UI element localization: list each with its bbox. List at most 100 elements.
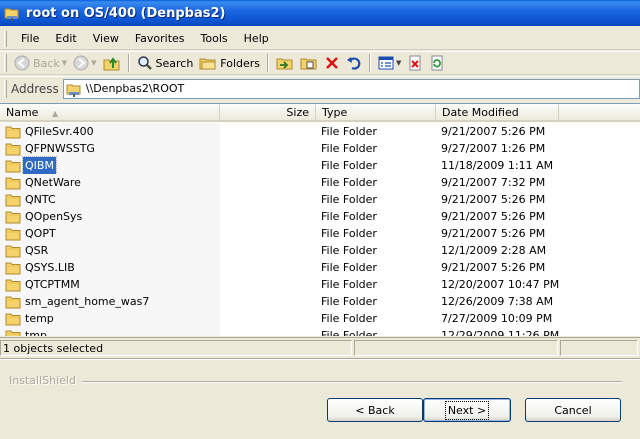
address-input[interactable]: \\Denpbas2\ROOT bbox=[62, 78, 640, 99]
file-row[interactable]: QSR File Folder 12/1/2009 2:28 AM bbox=[0, 242, 640, 259]
back-arrow-icon bbox=[14, 55, 30, 71]
file-row[interactable]: QSYS.LIB File Folder 9/21/2007 5:26 PM bbox=[0, 259, 640, 276]
refresh-button[interactable] bbox=[426, 53, 448, 73]
folders-button[interactable]: Folders bbox=[196, 53, 263, 73]
file-type: File Folder bbox=[321, 210, 377, 223]
toolbar-grip[interactable] bbox=[4, 54, 7, 72]
search-label: Search bbox=[155, 56, 194, 70]
close-share-button[interactable] bbox=[404, 53, 426, 73]
address-bar: Address \\Denpbas2\ROOT bbox=[0, 76, 640, 100]
back-wizard-button[interactable]: < Back bbox=[327, 398, 423, 422]
file-type: File Folder bbox=[321, 278, 377, 291]
file-date: 12/1/2009 2:28 AM bbox=[441, 244, 547, 257]
file-name-cell[interactable]: temp bbox=[0, 310, 220, 327]
file-name: QSR bbox=[25, 244, 49, 257]
column-header-type[interactable]: Type bbox=[316, 104, 436, 121]
file-name-cell[interactable]: QOpenSys bbox=[0, 208, 220, 225]
search-button[interactable]: Search bbox=[134, 53, 197, 73]
file-name-cell[interactable]: QFPNWSSTG bbox=[0, 140, 220, 157]
file-name-cell[interactable]: QSYS.LIB bbox=[0, 259, 220, 276]
column-header-name[interactable]: Name ▲ bbox=[0, 104, 220, 121]
file-type: File Folder bbox=[321, 125, 377, 138]
back-wizard-label: < Back bbox=[355, 403, 395, 417]
file-row[interactable]: QOPT File Folder 9/21/2007 5:26 PM bbox=[0, 225, 640, 242]
delete-icon bbox=[326, 57, 338, 69]
file-name-cell[interactable]: QOPT bbox=[0, 225, 220, 242]
file-type: File Folder bbox=[321, 176, 377, 189]
file-row[interactable]: QTCPTMM File Folder 12/20/2007 10:47 PM bbox=[0, 276, 640, 293]
menu-tools[interactable]: Tools bbox=[193, 30, 236, 47]
file-name-cell[interactable]: sm_agent_home_was7 bbox=[0, 293, 220, 310]
views-dropdown-icon[interactable]: ▼ bbox=[396, 59, 401, 67]
file-name-cell[interactable]: QSR bbox=[0, 242, 220, 259]
file-type: File Folder bbox=[321, 142, 377, 155]
addressbar-grip[interactable] bbox=[4, 79, 7, 98]
cancel-wizard-button[interactable]: Cancel bbox=[525, 398, 621, 422]
back-button[interactable]: Back ▼ bbox=[11, 53, 70, 73]
file-type: File Folder bbox=[321, 159, 377, 172]
file-date: 9/21/2007 5:26 PM bbox=[441, 227, 546, 240]
file-row[interactable]: QFileSvr.400 File Folder 9/21/2007 5:26 PM bbox=[0, 123, 640, 140]
file-name-cell[interactable]: tmp bbox=[0, 327, 220, 336]
file-row[interactable]: QOpenSys File Folder 9/21/2007 5:26 PM bbox=[0, 208, 640, 225]
forward-button[interactable]: ▼ bbox=[70, 53, 99, 73]
file-type: File Folder bbox=[321, 329, 377, 336]
menu-view[interactable]: View bbox=[85, 30, 127, 47]
file-type: File Folder bbox=[321, 261, 377, 274]
column-header-date[interactable]: Date Modified bbox=[436, 104, 559, 121]
file-row[interactable]: QNTC File Folder 9/21/2007 5:26 PM bbox=[0, 191, 640, 208]
column-name-label: Name bbox=[6, 106, 39, 119]
move-to-button[interactable] bbox=[273, 53, 297, 73]
status-text: 1 objects selected bbox=[0, 340, 352, 356]
file-row[interactable]: sm_agent_home_was7 File Folder 12/26/2009 … bbox=[0, 293, 640, 310]
back-dropdown-icon[interactable]: ▼ bbox=[62, 59, 67, 67]
column-header-filler bbox=[559, 104, 640, 121]
folder-icon bbox=[5, 160, 21, 172]
up-folder-button[interactable] bbox=[100, 53, 124, 73]
menubar-grip[interactable] bbox=[4, 30, 7, 47]
move-to-icon bbox=[276, 58, 293, 70]
file-name: QIBM bbox=[22, 156, 57, 175]
divider bbox=[0, 358, 640, 360]
file-type: File Folder bbox=[321, 227, 377, 240]
column-header-size[interactable]: Size bbox=[220, 104, 316, 121]
toolbar-separator bbox=[127, 54, 130, 72]
views-button[interactable]: ▼ bbox=[375, 53, 404, 73]
file-name: QFileSvr.400 bbox=[25, 125, 94, 138]
network-folder-icon bbox=[66, 84, 81, 97]
file-name-cell[interactable]: QIBM bbox=[0, 156, 220, 175]
menu-file[interactable]: File bbox=[13, 30, 47, 47]
sort-ascending-icon: ▲ bbox=[51, 109, 59, 118]
file-row[interactable]: QFPNWSSTG File Folder 9/27/2007 1:26 PM bbox=[0, 140, 640, 157]
window-titlebar[interactable]: root on OS/400 (Denpbas2) bbox=[0, 0, 640, 26]
folder-icon bbox=[5, 245, 21, 257]
file-name-cell[interactable]: QTCPTMM bbox=[0, 276, 220, 293]
file-name: QOPT bbox=[25, 227, 56, 240]
file-list-view[interactable]: Name ▲ Size Type Date Modified QFileSvr.… bbox=[0, 103, 640, 336]
file-row[interactable]: temp File Folder 7/27/2009 10:09 PM bbox=[0, 310, 640, 327]
menu-favorites[interactable]: Favorites bbox=[127, 30, 193, 47]
forward-dropdown-icon[interactable]: ▼ bbox=[91, 59, 96, 67]
file-row[interactable]: QIBM File Folder 11/18/2009 1:11 AM bbox=[0, 156, 640, 175]
next-wizard-button[interactable]: Next > bbox=[423, 398, 511, 422]
file-name-cell[interactable]: QNetWare bbox=[0, 174, 220, 191]
back-label: Back bbox=[33, 56, 60, 70]
brand-divider bbox=[82, 381, 622, 383]
file-name: tmp bbox=[25, 329, 48, 336]
folder-icon bbox=[5, 296, 21, 308]
file-name-cell[interactable]: QFileSvr.400 bbox=[0, 123, 220, 140]
file-name-cell[interactable]: QNTC bbox=[0, 191, 220, 208]
column-type-label: Type bbox=[322, 106, 348, 119]
menu-help[interactable]: Help bbox=[236, 30, 277, 47]
undo-button[interactable] bbox=[343, 53, 365, 73]
folder-icon bbox=[5, 126, 21, 138]
toolbar-separator bbox=[267, 54, 270, 72]
copy-to-button[interactable] bbox=[297, 53, 321, 73]
menu-edit[interactable]: Edit bbox=[47, 30, 84, 47]
delete-button[interactable] bbox=[321, 53, 343, 73]
file-row[interactable]: tmp File Folder 12/29/2009 11:26 PM bbox=[0, 327, 640, 336]
file-date: 7/27/2009 10:09 PM bbox=[441, 312, 553, 325]
file-row[interactable]: QNetWare File Folder 9/21/2007 7:32 PM bbox=[0, 174, 640, 191]
column-header-row: Name ▲ Size Type Date Modified bbox=[0, 104, 640, 122]
file-name: QNTC bbox=[25, 193, 56, 206]
